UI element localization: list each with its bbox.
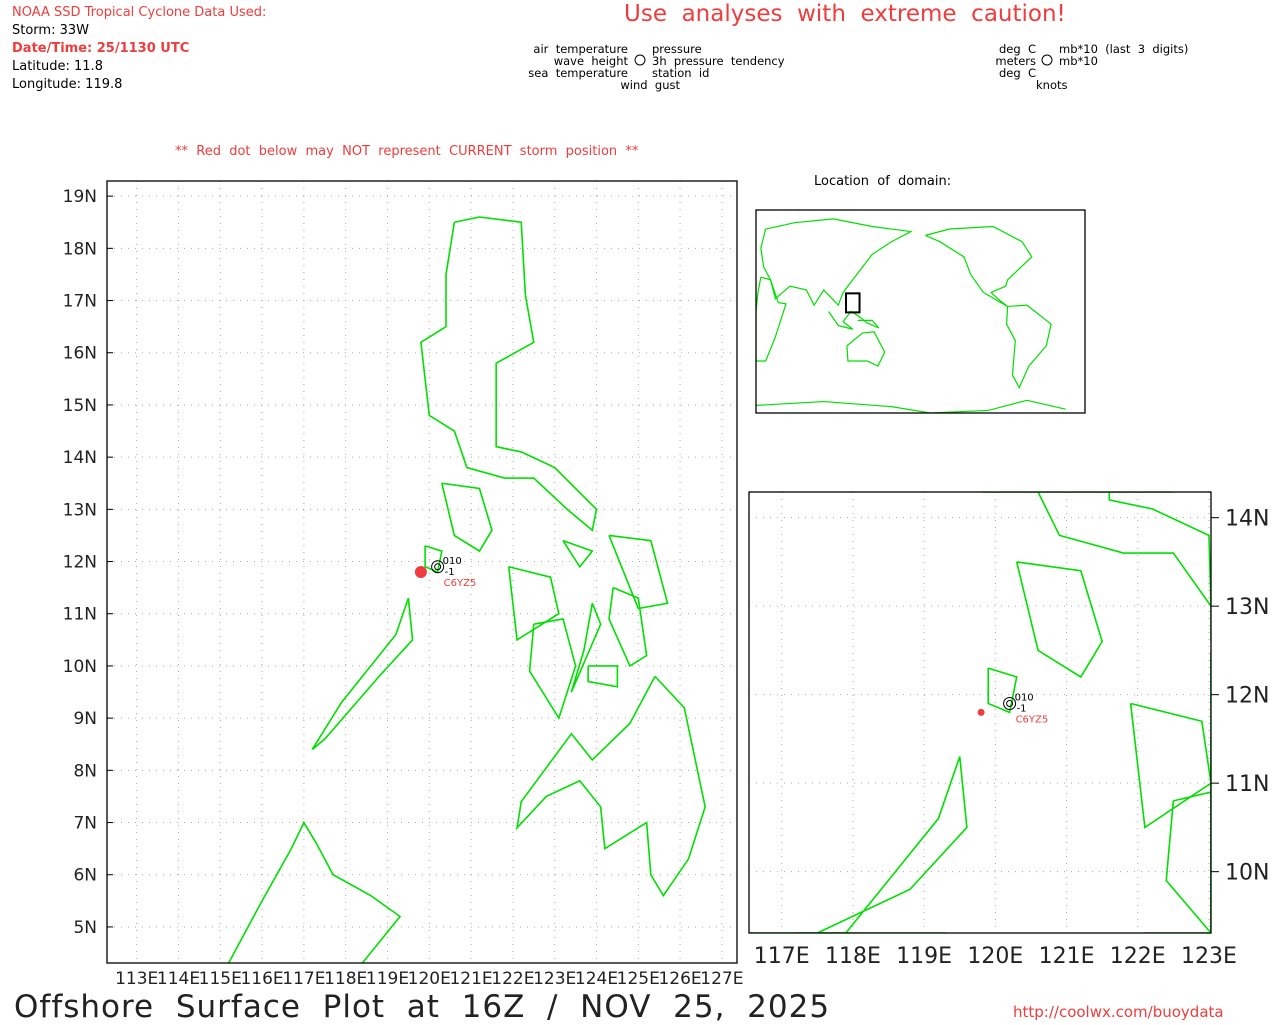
station-pressure: 010 xyxy=(443,556,462,567)
main-map[interactable]: 010-1C6YZ5113E114E115E116E117E118E119E12… xyxy=(63,180,744,989)
lat-tick-label: 12N xyxy=(1225,684,1269,709)
lat-tick-label: 13N xyxy=(63,500,97,520)
coastline-busuanga xyxy=(424,545,443,574)
station-pressure: 010 xyxy=(1015,693,1034,704)
lon-tick-label: 127E xyxy=(700,969,743,989)
coastline-mindoro xyxy=(441,482,493,553)
lon-tick-label: 117E xyxy=(754,944,810,969)
lon-tick-label: 119E xyxy=(896,944,952,969)
coastline-negros xyxy=(1165,791,1211,933)
lat-tick-label: 10N xyxy=(1225,861,1269,886)
map-content: 010-1C6YZ5 xyxy=(107,181,737,963)
world-coast-eurasia xyxy=(760,218,913,307)
world-coast-indonesia xyxy=(828,310,880,330)
page: NOAA SSD Tropical Cyclone Data Used: Sto… xyxy=(0,0,1280,1024)
coastline-masbate xyxy=(562,539,594,569)
lon-tick-label: 122E xyxy=(1110,944,1166,969)
lat-tick-label: 16N xyxy=(63,344,97,364)
world-locator-map xyxy=(755,209,1086,414)
coastline-mindoro xyxy=(1015,561,1104,679)
lat-tick-label: 17N xyxy=(63,292,97,312)
world-content xyxy=(756,218,1066,413)
coastline-panay xyxy=(1129,702,1211,829)
domain-box xyxy=(844,292,861,314)
lat-tick-label: 15N xyxy=(63,396,97,416)
lon-tick-label: 114E xyxy=(157,969,200,989)
station-tendency: -1 xyxy=(445,567,455,578)
legend-station-circle-icon xyxy=(634,54,646,66)
lat-tick-label: 19N xyxy=(63,187,97,207)
map-content: 010-1C6YZ5 xyxy=(749,492,1211,933)
lon-tick-label: 118E xyxy=(324,969,367,989)
coastline-palawan xyxy=(311,597,414,751)
lon-tick-label: 115E xyxy=(199,969,242,989)
coastline-negros xyxy=(528,618,577,721)
station-tendency: -1 xyxy=(1017,704,1027,715)
lat-tick-label: 12N xyxy=(63,553,97,573)
lon-tick-label: 124E xyxy=(575,969,618,989)
lat-tick-label: 18N xyxy=(63,239,97,259)
lat-tick-label: 6N xyxy=(73,866,97,886)
storm-position-dot xyxy=(977,708,985,716)
lat-tick-label: 11N xyxy=(63,605,97,625)
plot-title: Offshore Surface Plot at 16Z / NOV 25, 2… xyxy=(14,989,831,1025)
coastline-mindanao xyxy=(515,675,706,898)
lon-tick-label: 117E xyxy=(282,969,325,989)
storm-position-dot xyxy=(414,565,427,578)
lon-tick-label: 123E xyxy=(1181,944,1237,969)
coastline-borneo xyxy=(227,820,402,963)
map-canvas: 010-1C6YZ5113E114E115E116E117E118E119E12… xyxy=(63,54,1269,989)
lat-tick-label: 14N xyxy=(63,448,97,468)
legend-units-circle-icon xyxy=(1041,54,1053,66)
lon-tick-label: 120E xyxy=(408,969,451,989)
lat-tick-label: 9N xyxy=(73,709,97,729)
lon-tick-label: 121E xyxy=(449,969,492,989)
lon-tick-label: 121E xyxy=(1039,944,1095,969)
lon-tick-label: 126E xyxy=(658,969,701,989)
coastline-bohol xyxy=(587,665,619,688)
lon-tick-label: 122E xyxy=(491,969,534,989)
source-url-link[interactable]: http://coolwx.com/buoydata xyxy=(1013,1004,1224,1020)
station-id-label: C6YZ5 xyxy=(444,578,477,589)
lat-tick-label: 11N xyxy=(1225,772,1269,797)
station-id-label: C6YZ5 xyxy=(1016,715,1049,726)
lat-tick-label: 7N xyxy=(73,814,97,834)
world-coast-antarctica xyxy=(756,399,1066,413)
coastline-busuanga xyxy=(987,667,1018,714)
lon-tick-label: 118E xyxy=(825,944,881,969)
inset-map[interactable]: 010-1C6YZ5 117E 118E 119E 120E 121E 122E 123E 14… xyxy=(748,491,1269,969)
world-coast-namerica xyxy=(925,225,1033,307)
coastline-palawan xyxy=(795,756,968,933)
coastline-leyte xyxy=(608,586,648,668)
lat-tick-label: 5N xyxy=(73,918,97,938)
lon-tick-label: 120E xyxy=(967,944,1023,969)
coastline-mindanao xyxy=(1144,889,1211,933)
lon-tick-label: 113E xyxy=(115,969,158,989)
lon-tick-label: 123E xyxy=(533,969,576,989)
world-coast-samerica xyxy=(1006,304,1052,389)
lon-tick-label: 125E xyxy=(617,969,660,989)
lat-tick-label: 14N xyxy=(1225,507,1269,532)
lat-tick-label: 8N xyxy=(73,761,97,781)
world-coast-australia xyxy=(846,331,886,367)
lat-tick-label: 13N xyxy=(1225,595,1269,620)
lon-tick-label: 119E xyxy=(366,969,409,989)
lat-tick-label: 10N xyxy=(63,657,97,677)
lon-tick-label: 116E xyxy=(240,969,283,989)
world-coast-africa xyxy=(756,276,787,362)
